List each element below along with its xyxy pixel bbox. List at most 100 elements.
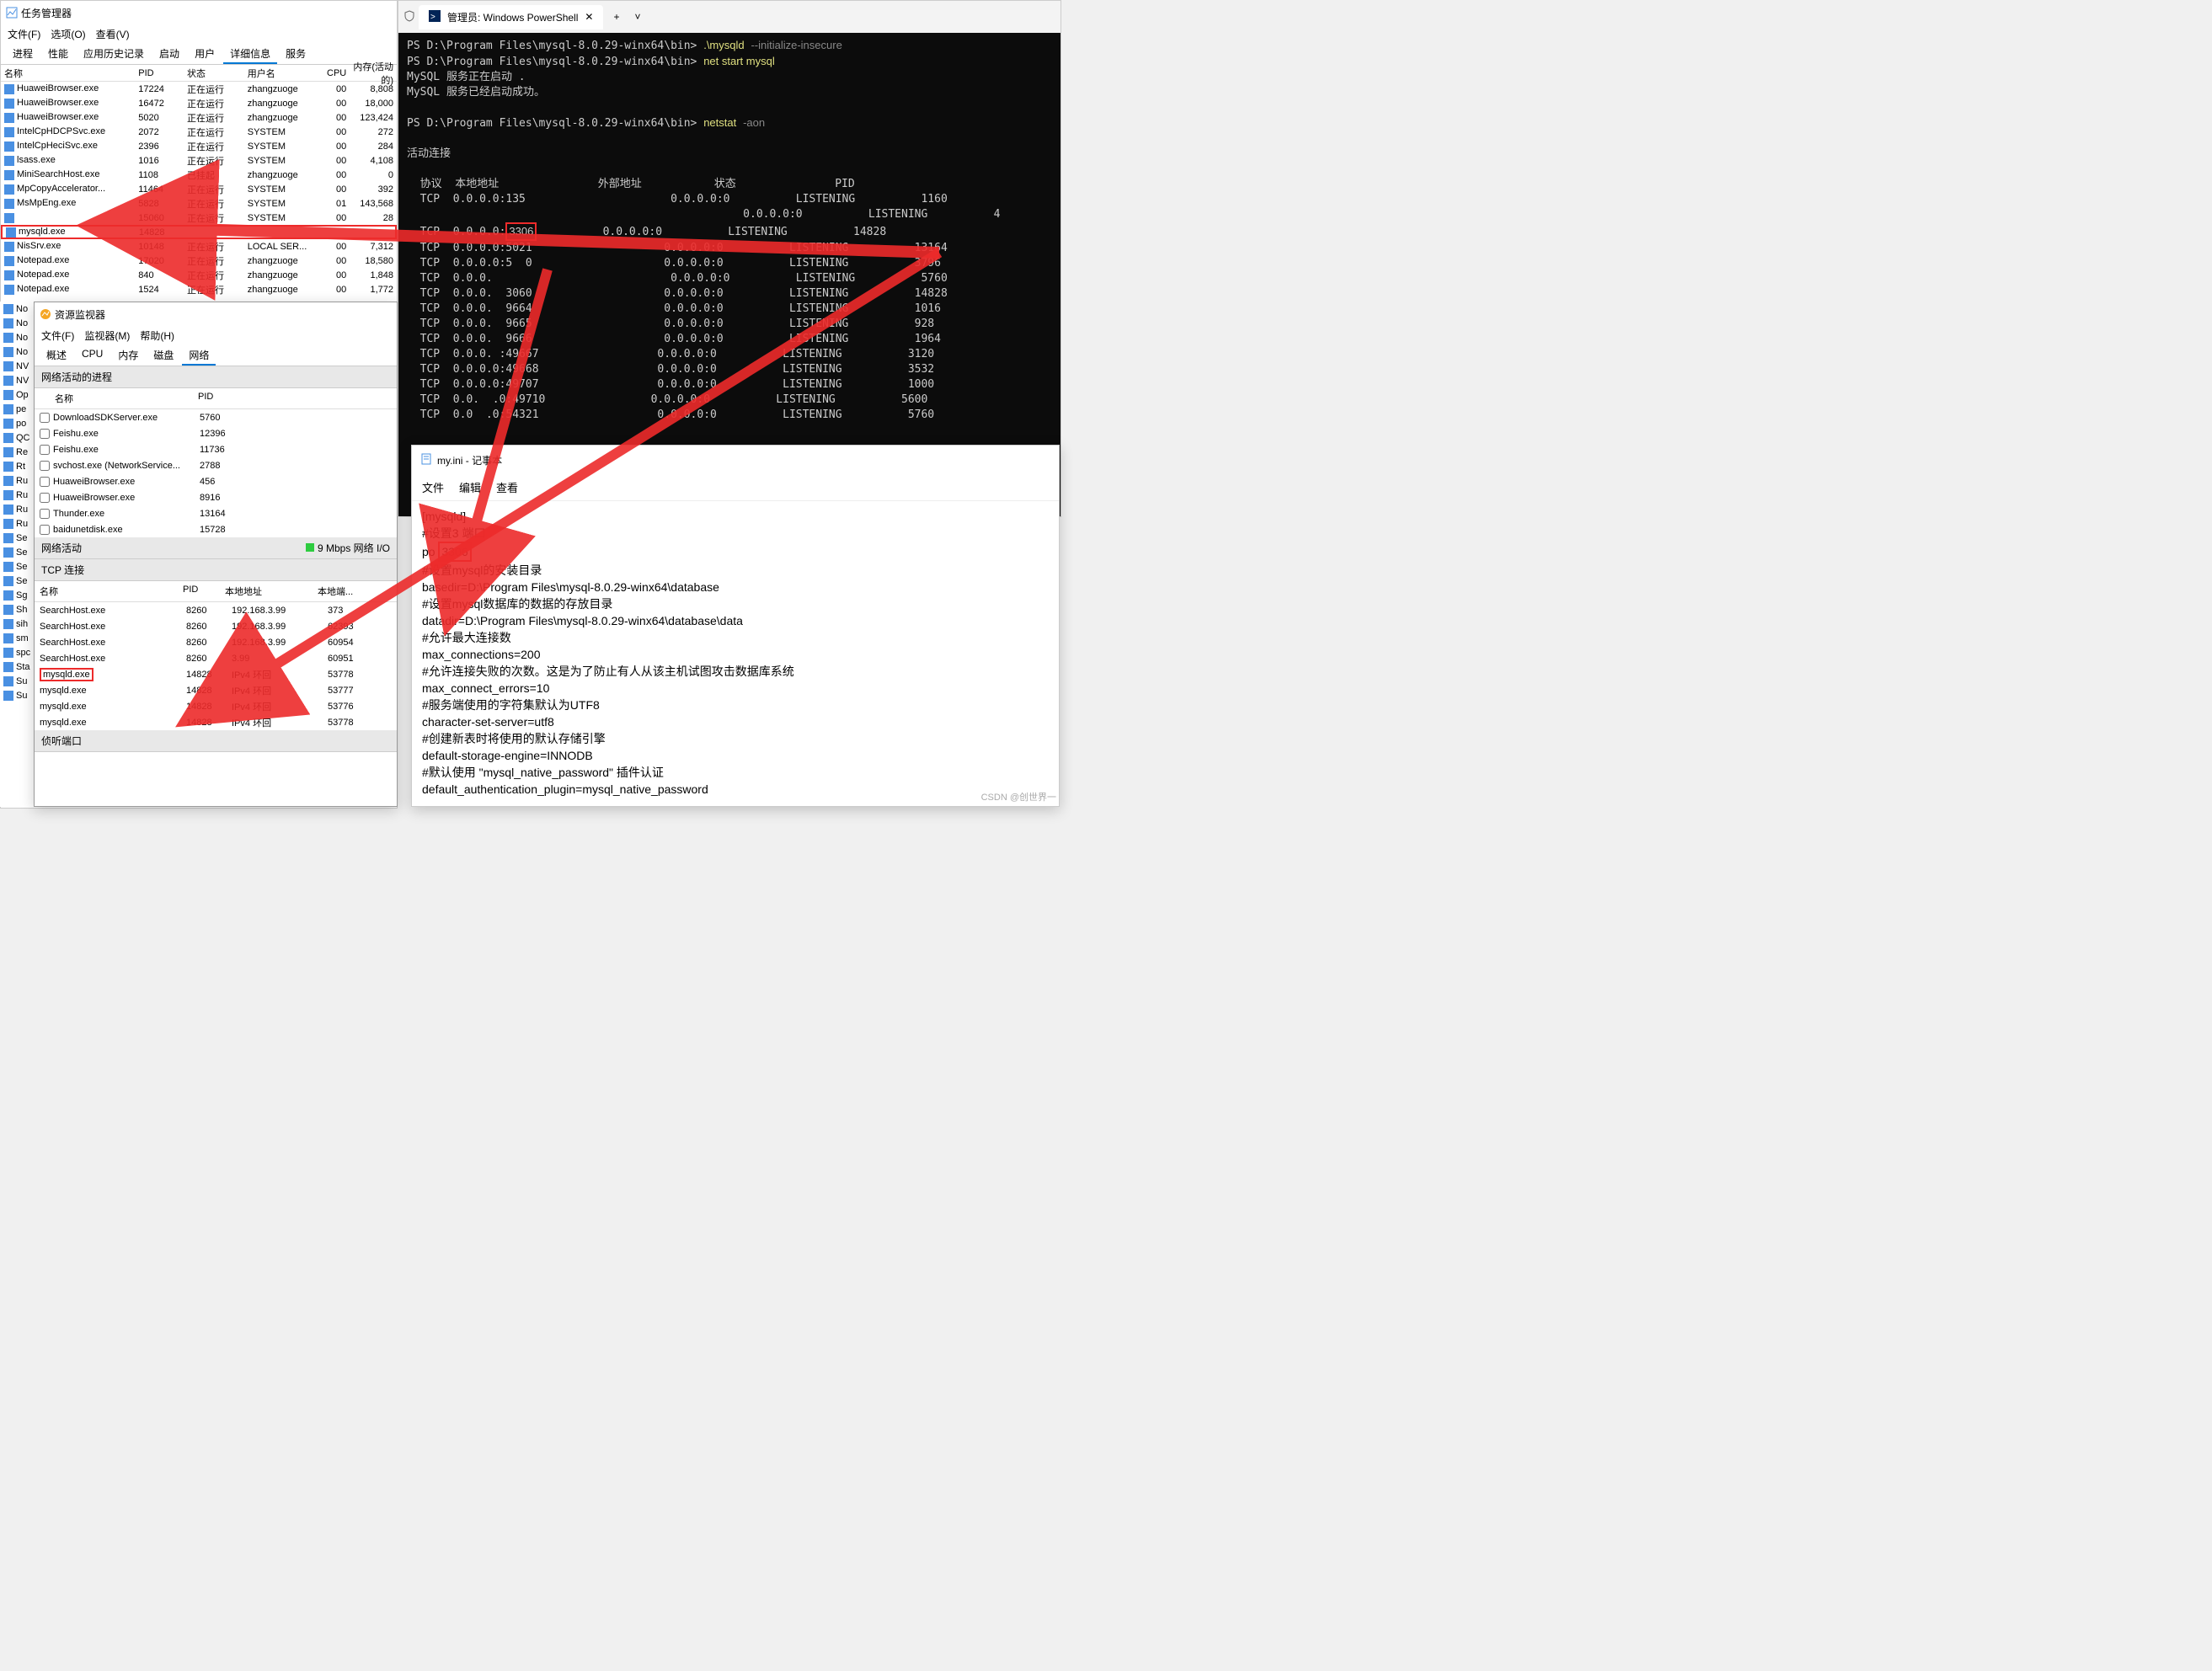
process-row[interactable]: Notepad.exe1524正在运行zhangzuoge001,772 (1, 282, 397, 296)
process-row[interactable]: NisSrv.exe10148正在运行LOCAL SER...007,312 (1, 239, 397, 254)
taskmgr-tab[interactable]: 服务 (279, 43, 313, 64)
process-row[interactable]: HuaweiBrowser.exe5020正在运行zhangzuoge00123… (1, 110, 397, 125)
taskmgr-tab[interactable]: 用户 (188, 43, 222, 64)
process-row[interactable]: Notepad.exe17020正在运行zhangzuoge0018,580 (1, 254, 397, 268)
process-checkbox[interactable] (40, 477, 50, 487)
tcp-col-local-port[interactable]: 本地端... (318, 585, 360, 598)
process-icon (4, 270, 14, 280)
resmon-menu-help[interactable]: 帮助(H) (140, 328, 174, 343)
proc-col-name[interactable]: 名称 (55, 392, 198, 405)
process-row[interactable]: MpCopyAccelerator...11464正在运行SYSTEM00392 (1, 182, 397, 196)
process-checkbox[interactable] (40, 445, 50, 455)
np-menu-file[interactable]: 文件 (422, 479, 444, 495)
network-process-row[interactable]: DownloadSDKServer.exe5760 (35, 409, 397, 425)
watermark: CSDN @创世界一 (981, 790, 1056, 803)
taskmgr-bg-fragments: NoNoNoNoNVNVOppepoQCReRtRuRuRuRuSeSeSeSe… (0, 302, 34, 807)
taskmgr-tab[interactable]: 应用历史记录 (77, 43, 151, 64)
col-name[interactable]: 名称 (1, 67, 135, 80)
network-process-row[interactable]: Feishu.exe12396 (35, 425, 397, 441)
notepad-line: #设置3 端口 (422, 525, 1049, 542)
tcp-col-name[interactable]: 名称 (40, 585, 183, 598)
process-row[interactable]: Notepad.exe840正在运行zhangzuoge001,848 (1, 268, 397, 282)
network-process-row[interactable]: HuaweiBrowser.exe456 (35, 473, 397, 489)
process-row[interactable]: HuaweiBrowser.exe16472正在运行zhangzuoge0018… (1, 96, 397, 110)
resmon-section-procs[interactable]: 网络活动的进程 (35, 366, 397, 388)
col-pid[interactable]: PID (135, 68, 184, 78)
resmon-titlebar[interactable]: 资源监视器 (35, 302, 397, 326)
process-icon (3, 676, 13, 686)
col-user[interactable]: 用户名 (244, 67, 320, 80)
process-checkbox[interactable] (40, 525, 50, 535)
process-row[interactable]: HuaweiBrowser.exe17224正在运行zhangzuoge008,… (1, 82, 397, 96)
tcp-connection-row[interactable]: mysqld.exe14828IPv4 环回53778 (35, 666, 397, 682)
np-menu-edit[interactable]: 编辑 (459, 479, 481, 495)
process-checkbox[interactable] (40, 429, 50, 439)
col-status[interactable]: 状态 (184, 67, 244, 80)
resmon-section-activity[interactable]: 网络活动 9 Mbps 网络 I/O (35, 537, 397, 559)
process-icon (3, 462, 13, 472)
process-checkbox[interactable] (40, 461, 50, 471)
proc-col-pid[interactable]: PID (198, 392, 240, 405)
process-checkbox[interactable] (40, 509, 50, 519)
process-row[interactable]: IntelCpHDCPSvc.exe2072正在运行SYSTEM00272 (1, 125, 397, 139)
np-menu-view[interactable]: 查看 (496, 479, 518, 495)
tab-dropdown-icon[interactable]: ˅ (629, 11, 645, 23)
close-icon[interactable]: ✕ (585, 11, 593, 23)
resmon-section-tcp[interactable]: TCP 连接 (35, 559, 397, 581)
network-process-row[interactable]: baidunetdisk.exe15728 (35, 521, 397, 537)
resmon-section-listen[interactable]: 侦听端口 (35, 730, 397, 752)
taskmgr-tab[interactable]: 进程 (6, 43, 40, 64)
resmon-tab[interactable]: CPU (75, 344, 110, 366)
taskmgr-tab[interactable]: 详细信息 (223, 43, 277, 64)
taskmgr-tab[interactable]: 启动 (152, 43, 186, 64)
process-row[interactable]: mysqld.exe14828 (1, 225, 397, 239)
process-row[interactable]: 15060正在运行SYSTEM0028 (1, 211, 397, 225)
resmon-tab[interactable]: 网络 (182, 344, 216, 366)
notepad-line: [mysqld] (422, 508, 1049, 525)
section-tcp-label: TCP 连接 (41, 563, 84, 577)
tcp-col-pid[interactable]: PID (183, 585, 225, 598)
bg-process-fragment: Ru (0, 502, 34, 516)
process-row[interactable]: IntelCpHeciSvc.exe2396正在运行SYSTEM00284 (1, 139, 397, 153)
col-cpu[interactable]: CPU (319, 68, 350, 78)
process-row[interactable]: MiniSearchHost.exe1108已挂起zhangzuoge000 (1, 168, 397, 182)
new-tab-button[interactable]: + (606, 11, 626, 23)
tcp-col-local-addr[interactable]: 本地地址 (225, 585, 318, 598)
menu-options[interactable]: 选项(O) (51, 27, 85, 41)
notepad-line: #设置mysql数据库的数据的存放目录 (422, 595, 1049, 612)
notepad-line: po 3306 (422, 542, 1049, 562)
tcp-connection-row[interactable]: SearchHost.exe8260192.168.3.99373 (35, 602, 397, 618)
notepad-content[interactable]: [mysqld]#设置3 端口po 3306#设置mysql的安装目录based… (412, 501, 1059, 804)
tcp-connection-row[interactable]: SearchHost.exe8260192.168.3.9960954 (35, 634, 397, 650)
network-process-row[interactable]: Thunder.exe13164 (35, 505, 397, 521)
ps-tab[interactable]: > 管理员: Windows PowerShell ✕ (419, 5, 603, 29)
menu-view[interactable]: 查看(V) (96, 27, 130, 41)
resmon-menu-file[interactable]: 文件(F) (41, 328, 74, 343)
ps-terminal[interactable]: PS D:\Program Files\mysql-8.0.29-winx64\… (398, 33, 1061, 516)
process-checkbox[interactable] (40, 413, 50, 423)
process-checkbox[interactable] (40, 493, 50, 503)
tcp-connection-row[interactable]: SearchHost.exe8260192.168.3.9962393 (35, 618, 397, 634)
process-icon (3, 433, 13, 443)
col-mem[interactable]: 内存(活动的) (350, 60, 397, 87)
resmon-menu-monitor[interactable]: 监视器(M) (84, 328, 130, 343)
tcp-connection-row[interactable]: mysqld.exe14828IPv4 环回53778 (35, 714, 397, 730)
resmon-tab[interactable]: 概述 (40, 344, 73, 366)
network-process-row[interactable]: HuaweiBrowser.exe8916 (35, 489, 397, 505)
taskmgr-titlebar[interactable]: 任务管理器 (1, 1, 397, 24)
bg-process-fragment: Ru (0, 488, 34, 502)
network-process-row[interactable]: svchost.exe (NetworkService...2788 (35, 457, 397, 473)
bg-process-fragment: Su (0, 688, 34, 702)
process-row[interactable]: MsMpEng.exe5828正在运行SYSTEM01143,568 (1, 196, 397, 211)
tcp-connection-row[interactable]: SearchHost.exe82603.9960951 (35, 650, 397, 666)
resmon-tab[interactable]: 磁盘 (147, 344, 180, 366)
notepad-titlebar[interactable]: my.ini - 记事本 (412, 446, 1059, 474)
taskmgr-tab[interactable]: 性能 (41, 43, 75, 64)
tcp-connection-row[interactable]: mysqld.exe14828IPv4 环回53777 (35, 682, 397, 698)
network-process-row[interactable]: Feishu.exe11736 (35, 441, 397, 457)
process-row[interactable]: lsass.exe1016正在运行SYSTEM004,108 (1, 153, 397, 168)
tcp-connection-row[interactable]: mysqld.exe14828IPv4 环回53776 (35, 698, 397, 714)
menu-file[interactable]: 文件(F) (8, 27, 40, 41)
network-io-label: 9 Mbps 网络 I/O (306, 541, 390, 555)
resmon-tab[interactable]: 内存 (111, 344, 145, 366)
